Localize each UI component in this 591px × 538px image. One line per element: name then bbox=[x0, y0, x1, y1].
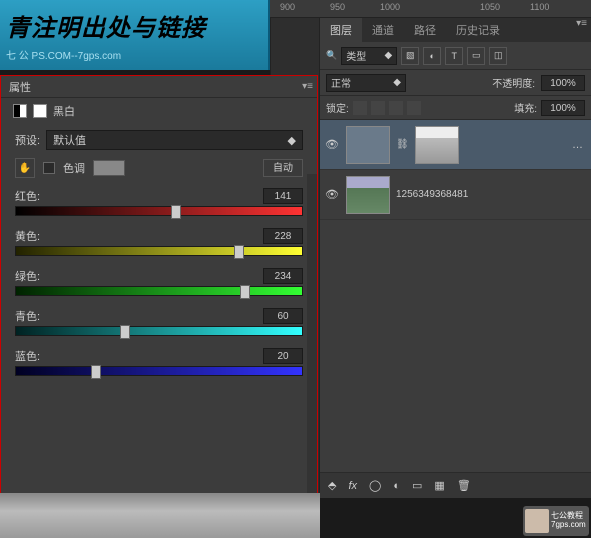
layers-list: 👁 ⛓ … 👁 1256349368481 bbox=[320, 120, 591, 220]
blend-mode-dropdown[interactable]: 正常◆ bbox=[326, 74, 406, 92]
new-layer-icon[interactable]: ▦ bbox=[434, 479, 444, 492]
layers-footer: ⬘ fx ◯ ◐ ▭ ▦ 🗑 bbox=[320, 472, 591, 498]
preset-dropdown[interactable]: 默认值◆ bbox=[46, 130, 303, 150]
adjustment-thumbnail[interactable] bbox=[346, 126, 390, 164]
cyan-value[interactable]: 60 bbox=[263, 308, 303, 324]
link-layers-icon[interactable]: ⬘ bbox=[328, 479, 336, 492]
red-slider[interactable] bbox=[15, 206, 303, 216]
horizontal-ruler: 900 950 1000 1050 1100 WWW.MISSYUAN.COM bbox=[270, 0, 591, 18]
yellow-slider-group: 黄色:228 bbox=[15, 228, 303, 256]
search-icon: 🔍 bbox=[326, 50, 337, 61]
tab-history[interactable]: 历史记录 bbox=[446, 18, 510, 42]
filter-smart-icon[interactable]: ◫ bbox=[489, 47, 507, 65]
new-group-icon[interactable]: ▭ bbox=[412, 479, 422, 492]
fill-value[interactable]: 100% bbox=[541, 100, 585, 116]
green-slider[interactable] bbox=[15, 286, 303, 296]
panel-menu-icon[interactable]: ▾≡ bbox=[576, 18, 587, 29]
tint-checkbox[interactable] bbox=[43, 162, 55, 174]
opacity-label: 不透明度: bbox=[492, 75, 535, 90]
banner-title: 青注明出处与链接 bbox=[6, 8, 262, 43]
adjustment-header: 黑白 bbox=[1, 98, 317, 124]
cyan-slider[interactable] bbox=[15, 326, 303, 336]
add-mask-icon[interactable]: ◯ bbox=[369, 479, 381, 492]
layer-name[interactable]: 1256349368481 bbox=[396, 189, 468, 200]
preset-label: 预设: bbox=[15, 132, 40, 148]
blend-opacity-row: 正常◆ 不透明度: 100% bbox=[320, 70, 591, 96]
red-value[interactable]: 141 bbox=[263, 188, 303, 204]
link-icon: ⛓ bbox=[396, 139, 409, 150]
avatar bbox=[525, 509, 549, 533]
visibility-toggle[interactable]: 👁 bbox=[324, 137, 340, 153]
properties-panel: 属性 ▾≡ 黑白 预设: 默认值◆ ✋ 色调 自动 红色:141 黄色:228 bbox=[0, 75, 318, 538]
delete-layer-icon[interactable]: 🗑 bbox=[457, 479, 471, 492]
tab-layers[interactable]: 图层 bbox=[320, 18, 362, 42]
filter-adjustment-icon[interactable]: ◐ bbox=[423, 47, 441, 65]
tint-label: 色调 bbox=[63, 160, 85, 176]
green-value[interactable]: 234 bbox=[263, 268, 303, 284]
cyan-slider-group: 青色:60 bbox=[15, 308, 303, 336]
background-photo bbox=[0, 493, 320, 538]
tint-color-swatch[interactable] bbox=[93, 160, 125, 176]
layer-filter-bar: 🔍 类型◆ ▧ ◐ T ▭ ◫ bbox=[320, 42, 591, 70]
blue-slider-group: 蓝色:20 bbox=[15, 348, 303, 376]
blue-value[interactable]: 20 bbox=[263, 348, 303, 364]
filter-type-dropdown[interactable]: 类型◆ bbox=[341, 47, 397, 65]
slider-thumb[interactable] bbox=[120, 325, 130, 339]
mask-icon[interactable] bbox=[33, 104, 47, 118]
slider-thumb[interactable] bbox=[234, 245, 244, 259]
panel-tabs: 图层 通道 路径 历史记录 ▾≡ bbox=[320, 18, 591, 42]
tab-paths[interactable]: 路径 bbox=[404, 18, 446, 42]
black-white-icon[interactable] bbox=[13, 104, 27, 118]
slider-thumb[interactable] bbox=[91, 365, 101, 379]
targeted-adjustment-icon[interactable]: ✋ bbox=[15, 158, 35, 178]
layer-row[interactable]: 👁 ⛓ … bbox=[320, 120, 591, 170]
opacity-value[interactable]: 100% bbox=[541, 75, 585, 91]
green-slider-group: 绿色:234 bbox=[15, 268, 303, 296]
tab-channels[interactable]: 通道 bbox=[362, 18, 404, 42]
watermark-banner: 青注明出处与链接 七 公 PS.COM--7gps.com bbox=[0, 0, 270, 70]
lock-image-icon[interactable] bbox=[371, 101, 385, 115]
yellow-slider[interactable] bbox=[15, 246, 303, 256]
properties-tab[interactable]: 属性 ▾≡ bbox=[1, 76, 317, 98]
properties-scrollbar[interactable] bbox=[307, 174, 317, 507]
slider-thumb[interactable] bbox=[240, 285, 250, 299]
slider-thumb[interactable] bbox=[171, 205, 181, 219]
filter-pixel-icon[interactable]: ▧ bbox=[401, 47, 419, 65]
watermark-badge: 七公教程7gps.com bbox=[523, 506, 589, 536]
blue-slider[interactable] bbox=[15, 366, 303, 376]
mask-thumbnail[interactable] bbox=[415, 126, 459, 164]
layer-thumbnail[interactable] bbox=[346, 176, 390, 214]
layer-options-icon[interactable]: … bbox=[572, 139, 583, 151]
red-slider-group: 红色:141 bbox=[15, 188, 303, 216]
layer-row[interactable]: 👁 1256349368481 bbox=[320, 170, 591, 220]
filter-type-icon[interactable]: T bbox=[445, 47, 463, 65]
banner-subtitle: 七 公 PS.COM--7gps.com bbox=[6, 47, 262, 62]
lock-transparent-icon[interactable] bbox=[353, 101, 367, 115]
adjustment-title: 黑白 bbox=[53, 103, 75, 119]
lock-all-icon[interactable] bbox=[407, 101, 421, 115]
lock-fill-row: 锁定: 填充: 100% bbox=[320, 96, 591, 120]
visibility-toggle[interactable]: 👁 bbox=[324, 187, 340, 203]
layers-panel: 图层 通道 路径 历史记录 ▾≡ 🔍 类型◆ ▧ ◐ T ▭ ◫ 正常◆ 不透明… bbox=[319, 18, 591, 498]
new-adjustment-icon[interactable]: ◐ bbox=[393, 480, 400, 492]
yellow-value[interactable]: 228 bbox=[263, 228, 303, 244]
auto-button[interactable]: 自动 bbox=[263, 159, 303, 177]
panel-menu-icon[interactable]: ▾≡ bbox=[302, 81, 313, 92]
layer-fx-icon[interactable]: fx bbox=[348, 480, 357, 492]
chevron-down-icon: ◆ bbox=[288, 134, 296, 147]
lock-position-icon[interactable] bbox=[389, 101, 403, 115]
filter-shape-icon[interactable]: ▭ bbox=[467, 47, 485, 65]
